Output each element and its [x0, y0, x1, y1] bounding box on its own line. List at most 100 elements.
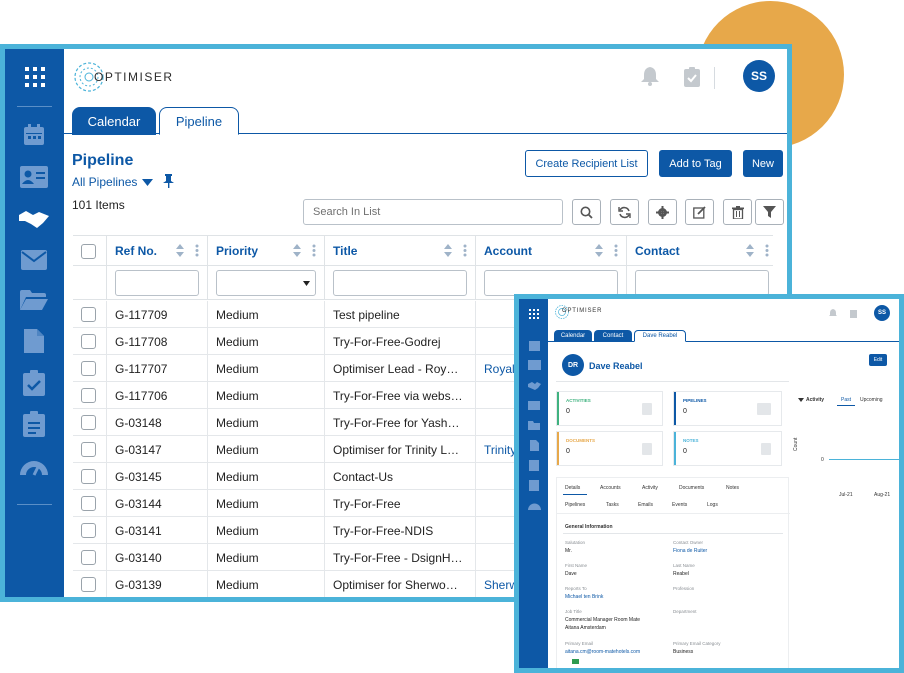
- activities-card[interactable]: ACTIVITIES 0: [556, 391, 663, 426]
- row-checkbox[interactable]: [81, 442, 96, 457]
- subtab-activity[interactable]: Activity: [642, 485, 658, 491]
- row-checkbox[interactable]: [81, 577, 96, 592]
- pipeline-view-dropdown[interactable]: All Pipelines: [72, 175, 154, 189]
- subtab-details[interactable]: Details: [565, 485, 580, 491]
- subtab-accounts[interactable]: Accounts: [600, 485, 621, 491]
- clipboard-check-icon[interactable]: [850, 309, 857, 318]
- row-checkbox[interactable]: [81, 334, 96, 349]
- subtab-notes[interactable]: Notes: [726, 485, 739, 491]
- mail-icon[interactable]: [572, 659, 579, 664]
- refresh-button[interactable]: [610, 199, 639, 225]
- handshake-icon[interactable]: [19, 206, 49, 232]
- column-header-ref-no[interactable]: Ref No.: [106, 236, 207, 266]
- tab-calendar[interactable]: Calendar: [554, 330, 592, 342]
- sort-icon[interactable]: [595, 244, 603, 257]
- column-header-contact[interactable]: Contact: [626, 236, 777, 266]
- row-checkbox[interactable]: [81, 361, 96, 376]
- calendar-icon[interactable]: [19, 122, 49, 148]
- user-avatar[interactable]: SS: [874, 305, 890, 321]
- mail-icon[interactable]: [19, 247, 49, 273]
- tab-pipeline[interactable]: Pipeline: [159, 107, 239, 135]
- optimiser-logo[interactable]: OPTIMISER: [72, 57, 172, 97]
- filter-button[interactable]: [755, 199, 784, 225]
- column-menu-icon[interactable]: [765, 244, 769, 257]
- mail-icon[interactable]: [527, 399, 541, 411]
- edit-button[interactable]: [685, 199, 714, 225]
- row-checkbox[interactable]: [81, 388, 96, 403]
- row-checkbox[interactable]: [81, 496, 96, 511]
- row-checkbox[interactable]: [81, 307, 96, 322]
- bell-icon[interactable]: [641, 67, 659, 91]
- sort-icon[interactable]: [444, 244, 452, 257]
- checklist-icon[interactable]: [527, 459, 541, 471]
- add-to-tag-button[interactable]: Add to Tag: [659, 150, 732, 177]
- column-menu-icon[interactable]: [614, 244, 618, 257]
- subtab-documents[interactable]: Documents: [679, 485, 704, 491]
- document-icon[interactable]: [19, 328, 49, 354]
- tab-contact[interactable]: Contact: [594, 330, 632, 342]
- subtab-events[interactable]: Events: [672, 502, 687, 508]
- notes-card[interactable]: NOTES 0: [673, 431, 782, 466]
- bell-icon[interactable]: [829, 309, 837, 318]
- create-recipient-list-button[interactable]: Create Recipient List: [525, 150, 648, 177]
- column-menu-icon[interactable]: [463, 244, 467, 257]
- column-header-title[interactable]: Title: [324, 236, 475, 266]
- priority-filter-select[interactable]: [216, 270, 316, 296]
- settings-button[interactable]: [648, 199, 677, 225]
- search-input[interactable]: Search In List: [303, 199, 563, 225]
- checklist-icon[interactable]: [19, 370, 49, 396]
- folder-icon[interactable]: [527, 419, 541, 431]
- calendar-icon[interactable]: [527, 339, 541, 351]
- clipboard-icon[interactable]: [527, 479, 541, 491]
- subtab-pipelines[interactable]: Pipelines: [565, 502, 585, 508]
- column-header-account[interactable]: Account: [475, 236, 626, 266]
- column-menu-icon[interactable]: [195, 244, 199, 257]
- documents-card[interactable]: DOCUMENTS 0: [556, 431, 663, 466]
- new-button[interactable]: New: [743, 150, 783, 177]
- chevron-down-icon[interactable]: [798, 398, 804, 402]
- clipboard-icon[interactable]: [19, 411, 49, 437]
- row-checkbox[interactable]: [81, 523, 96, 538]
- delete-button[interactable]: [723, 199, 752, 225]
- filter-cell: [207, 266, 324, 299]
- contact-card-icon[interactable]: [527, 359, 541, 371]
- tab-dave-reabel[interactable]: Dave Reabel: [634, 330, 686, 342]
- pin-icon[interactable]: [163, 174, 174, 193]
- user-avatar[interactable]: SS: [743, 60, 775, 92]
- tab-upcoming[interactable]: Upcoming: [860, 397, 883, 403]
- contact-owner-link[interactable]: Fiona de Ruiter: [673, 548, 707, 554]
- account-filter-input[interactable]: [484, 270, 618, 296]
- primary-email-link[interactable]: aitana.cm@room-matehotels.com: [565, 649, 640, 655]
- sort-icon[interactable]: [746, 244, 754, 257]
- select-all-checkbox[interactable]: [81, 243, 96, 259]
- document-icon[interactable]: [527, 439, 541, 451]
- edit-button[interactable]: Edit: [869, 354, 887, 366]
- contact-card-icon[interactable]: [19, 164, 49, 190]
- tab-past[interactable]: Past: [841, 397, 851, 403]
- apps-grid-icon[interactable]: [529, 309, 539, 319]
- pipelines-card[interactable]: PIPELINES 0: [673, 391, 782, 426]
- title-filter-input[interactable]: [333, 270, 467, 296]
- search-button[interactable]: [572, 199, 601, 225]
- reports-to-link[interactable]: Michael ten Brink: [565, 594, 603, 600]
- column-header-priority[interactable]: Priority: [207, 236, 324, 266]
- subtab-emails[interactable]: Emails: [638, 502, 653, 508]
- dashboard-gauge-icon[interactable]: [19, 453, 49, 479]
- row-checkbox[interactable]: [81, 550, 96, 565]
- column-menu-icon[interactable]: [312, 244, 316, 257]
- contact-filter-input[interactable]: [635, 270, 769, 296]
- sort-icon[interactable]: [176, 244, 184, 257]
- sort-icon[interactable]: [293, 244, 301, 257]
- subtab-logs[interactable]: Logs: [707, 502, 718, 508]
- row-checkbox[interactable]: [81, 469, 96, 484]
- clipboard-check-icon[interactable]: [684, 67, 700, 92]
- field-label: First Name: [565, 563, 588, 568]
- subtab-tasks[interactable]: Tasks: [606, 502, 619, 508]
- ref-filter-input[interactable]: [115, 270, 199, 296]
- folder-icon[interactable]: [19, 287, 49, 313]
- handshake-icon[interactable]: [527, 379, 541, 391]
- tab-calendar[interactable]: Calendar: [72, 107, 156, 135]
- dashboard-gauge-icon[interactable]: [527, 499, 541, 511]
- apps-grid-icon[interactable]: [5, 49, 64, 105]
- row-checkbox[interactable]: [81, 415, 96, 430]
